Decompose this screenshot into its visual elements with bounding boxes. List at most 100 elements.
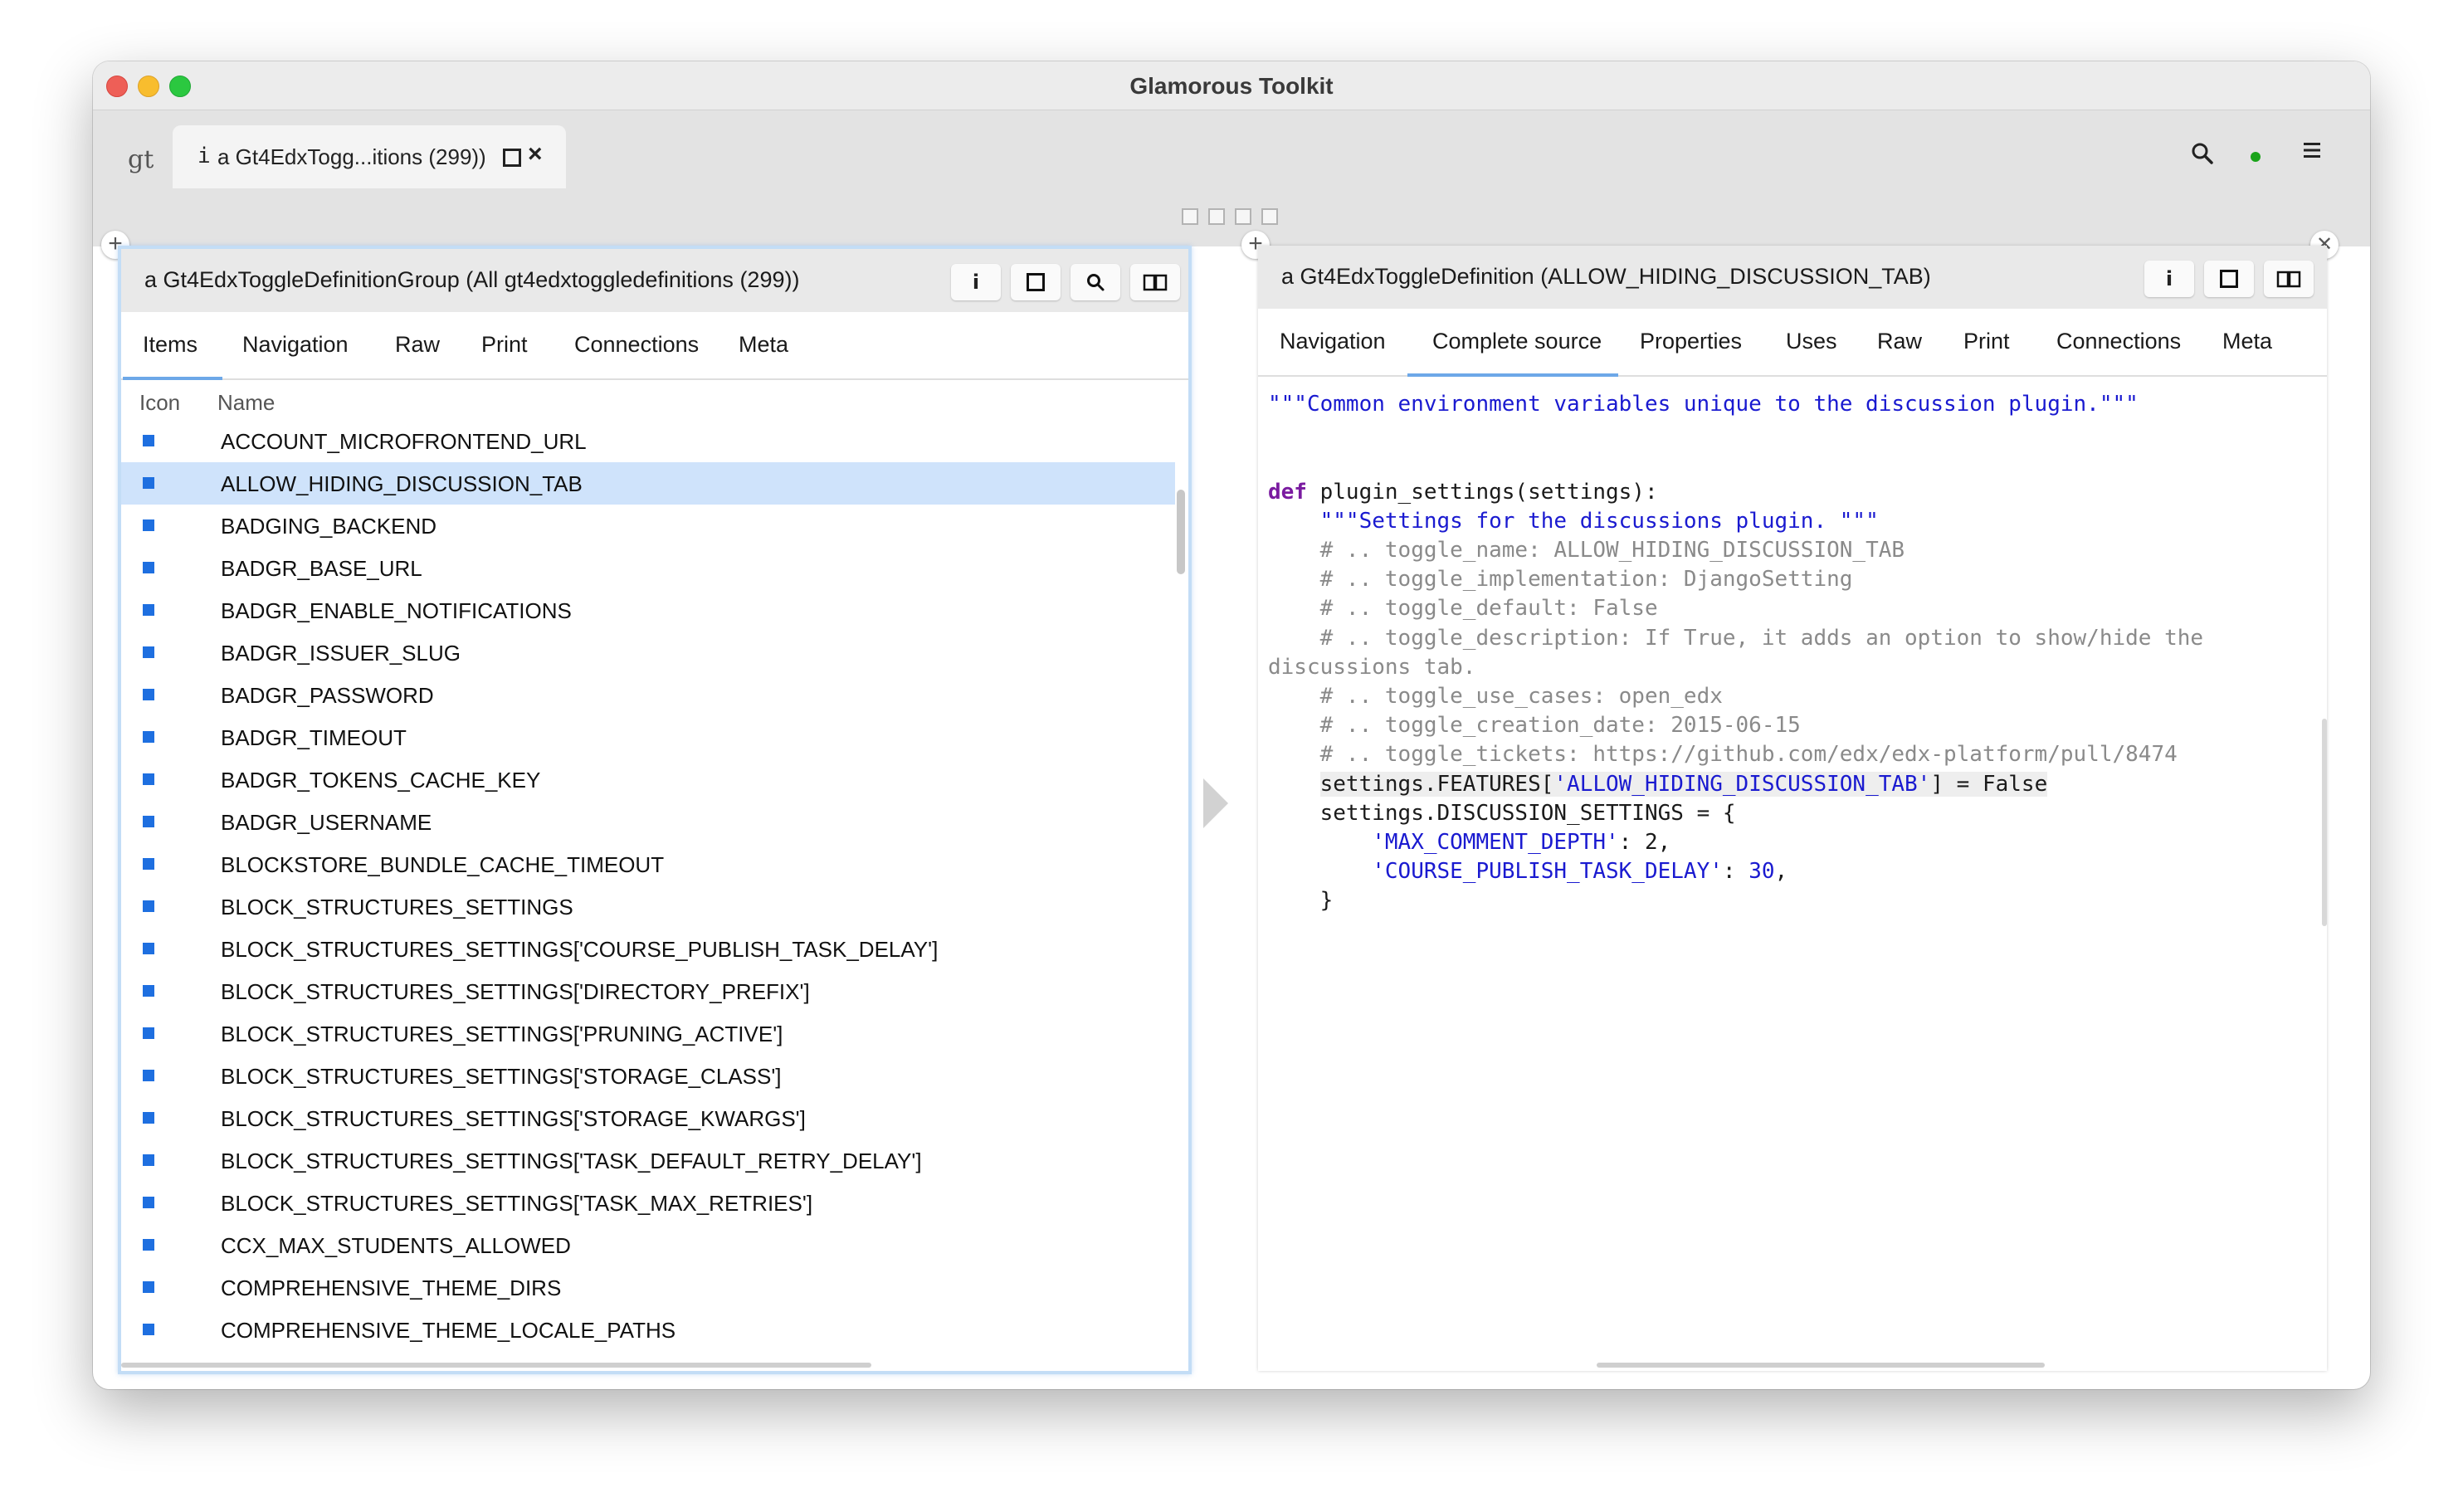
left-pane-title: a Gt4EdxToggleDefinitionGroup (All gt4ed… [144, 267, 800, 292]
inspect-button[interactable]: i [951, 264, 1001, 300]
code-comment: # .. toggle_tickets: https://github.com/… [1319, 742, 2178, 768]
item-square-icon [143, 773, 154, 785]
tab-properties[interactable]: Properties [1640, 329, 1742, 354]
maximize-button[interactable] [1011, 264, 1061, 300]
maximize-button[interactable] [2204, 261, 2254, 297]
item-name: BLOCK_STRUCTURES_SETTINGS['DIRECTORY_PRE… [221, 979, 810, 1004]
tab-navigation[interactable]: Navigation [242, 332, 349, 358]
tab-raw[interactable]: Raw [395, 332, 440, 358]
tab-complete-source[interactable]: Complete source [1432, 329, 1602, 354]
code-comment: # .. toggle_name: ALLOW_HIDING_DISCUSSIO… [1319, 538, 1905, 563]
inspect-button[interactable]: i [2144, 261, 2194, 297]
pager-dot[interactable] [1182, 208, 1198, 225]
item-name: BLOCK_STRUCTURES_SETTINGS [221, 895, 573, 919]
item-square-icon [143, 1239, 154, 1251]
tab-navigation[interactable]: Navigation [1280, 329, 1386, 354]
search-button[interactable] [1071, 264, 1120, 300]
module-docstring: """Common environment variables unique t… [1268, 392, 2139, 417]
list-item[interactable]: BADGR_BASE_URL [121, 547, 1175, 589]
dict-comma: , [1774, 859, 1788, 885]
item-name: COMPREHENSIVE_THEME_LOCALE_PATHS [221, 1318, 676, 1343]
pager-dot[interactable] [1235, 208, 1251, 225]
list-item[interactable]: BADGING_BACKEND [121, 505, 1175, 547]
list-item[interactable]: BLOCK_STRUCTURES_SETTINGS['DIRECTORY_PRE… [121, 970, 1175, 1012]
list-item[interactable]: BADGR_TOKENS_CACHE_KEY [121, 758, 1175, 801]
active-tab-underline [1407, 373, 1618, 377]
gt-logo[interactable]: gt [128, 145, 154, 174]
item-name: BLOCKSTORE_BUNDLE_CACHE_TIMEOUT [221, 852, 665, 877]
item-name: COMPREHENSIVE_THEME_DIRS [221, 1275, 562, 1300]
item-name: BLOCK_STRUCTURES_SETTINGS['TASK_DEFAULT_… [221, 1149, 922, 1173]
tab-print[interactable]: Print [481, 332, 528, 358]
pager-dot[interactable] [1208, 208, 1225, 225]
list-item[interactable]: COMPREHENSIVE_THEME_LOCALE_PATHS [121, 1309, 1175, 1351]
square-icon[interactable] [503, 149, 521, 167]
dict-value: 2 [1644, 830, 1658, 856]
list-item[interactable]: CCX_MAX_STUDENTS_ALLOWED [121, 1224, 1175, 1266]
item-name: BLOCK_STRUCTURES_SETTINGS['PRUNING_ACTIV… [221, 1022, 783, 1046]
list-item[interactable]: BADGR_TIMEOUT [121, 716, 1175, 758]
tab-items[interactable]: Items [143, 332, 198, 358]
book-icon [2276, 271, 2301, 288]
active-tab-underline [123, 377, 222, 380]
gt-logo-text: gt [128, 145, 154, 174]
tab-connections[interactable]: Connections [574, 332, 699, 358]
tab-meta[interactable]: Meta [739, 332, 788, 358]
inspect-button-label: i [2165, 267, 2173, 290]
tab-uses[interactable]: Uses [1786, 329, 1837, 354]
horizontal-scrollbar[interactable] [1597, 1363, 2045, 1368]
inspect-button-label: i [972, 271, 980, 294]
inspector-tab[interactable]: i a Gt4EdxTogg...itions (299)) × [173, 125, 566, 188]
item-name: BLOCK_STRUCTURES_SETTINGS['STORAGE_KWARG… [221, 1106, 806, 1131]
tab-print[interactable]: Print [1963, 329, 2010, 354]
list-item[interactable]: BADGR_ISSUER_SLUG [121, 632, 1175, 674]
tab-meta[interactable]: Meta [2222, 329, 2272, 354]
list-item[interactable]: BADGR_USERNAME [121, 801, 1175, 843]
list-item[interactable]: BLOCK_STRUCTURES_SETTINGS['COURSE_PUBLIS… [121, 928, 1175, 970]
left-inspector-pane: a Gt4EdxToggleDefinitionGroup (All gt4ed… [118, 246, 1192, 1374]
close-brace: } [1319, 888, 1334, 914]
function-signature: plugin_settings(settings): [1306, 479, 1658, 505]
title-bar: Glamorous Toolkit [93, 61, 2370, 110]
dict-key-string: 'COURSE_PUBLISH_TASK_DELAY' [1372, 859, 1723, 885]
tab-connections[interactable]: Connections [2056, 329, 2181, 354]
list-item[interactable]: BLOCK_STRUCTURES_SETTINGS['PRUNING_ACTIV… [121, 1012, 1175, 1055]
item-name: BLOCK_STRUCTURES_SETTINGS['TASK_MAX_RETR… [221, 1191, 813, 1216]
horizontal-scrollbar[interactable] [121, 1363, 871, 1368]
vertical-scrollbar[interactable] [1177, 490, 1185, 574]
column-header-name[interactable]: Name [217, 390, 275, 416]
item-square-icon [143, 1324, 154, 1335]
item-name: BLOCK_STRUCTURES_SETTINGS['COURSE_PUBLIS… [221, 937, 939, 962]
list-item[interactable]: ACCOUNT_MICROFRONTEND_URL [121, 420, 1175, 462]
list-item[interactable]: BLOCK_STRUCTURES_SETTINGS['TASK_DEFAULT_… [121, 1139, 1175, 1182]
item-square-icon [143, 731, 154, 743]
list-item[interactable]: ALLOW_HIDING_DISCUSSION_TAB [121, 462, 1175, 505]
list-item[interactable]: BLOCK_STRUCTURES_SETTINGS['STORAGE_KWARG… [121, 1097, 1175, 1139]
list-item[interactable]: BADGR_PASSWORD [121, 674, 1175, 716]
item-name: ACCOUNT_MICROFRONTEND_URL [221, 429, 587, 454]
list-item[interactable]: BLOCK_STRUCTURES_SETTINGS['TASK_MAX_RETR… [121, 1182, 1175, 1224]
close-icon[interactable]: × [528, 140, 543, 168]
item-square-icon [143, 477, 154, 489]
pane-arrow-icon [1203, 778, 1228, 828]
pager-dot[interactable] [1261, 208, 1278, 225]
list-item[interactable]: BLOCKSTORE_BUNDLE_CACHE_TIMEOUT [121, 843, 1175, 885]
vertical-scrollbar[interactable] [2322, 719, 2327, 926]
search-icon[interactable] [2191, 142, 2214, 171]
book-button[interactable] [1130, 264, 1180, 300]
code-comment: # .. toggle_default: False [1319, 596, 1658, 622]
menu-icon[interactable] [2302, 139, 2322, 167]
book-button[interactable] [2264, 261, 2314, 297]
dict-separator: : [1618, 830, 1645, 856]
source-code-view[interactable]: """Common environment variables unique t… [1268, 390, 2310, 916]
right-inspector-pane: a Gt4EdxToggleDefinition (ALLOW_HIDING_D… [1258, 246, 2327, 1371]
tab-raw[interactable]: Raw [1877, 329, 1922, 354]
item-square-icon [143, 900, 154, 912]
features-key-string: 'ALLOW_HIDING_DISCUSSION_TAB' [1553, 771, 1931, 797]
list-item[interactable]: BADGR_ENABLE_NOTIFICATIONS [121, 589, 1175, 632]
list-item[interactable]: BLOCK_STRUCTURES_SETTINGS['STORAGE_CLASS… [121, 1055, 1175, 1097]
list-item[interactable]: BLOCK_STRUCTURES_SETTINGS [121, 885, 1175, 928]
list-item[interactable]: COMPREHENSIVE_THEME_DIRS [121, 1266, 1175, 1309]
dict-comma: , [1657, 830, 1671, 856]
column-header-icon[interactable]: Icon [139, 390, 180, 416]
